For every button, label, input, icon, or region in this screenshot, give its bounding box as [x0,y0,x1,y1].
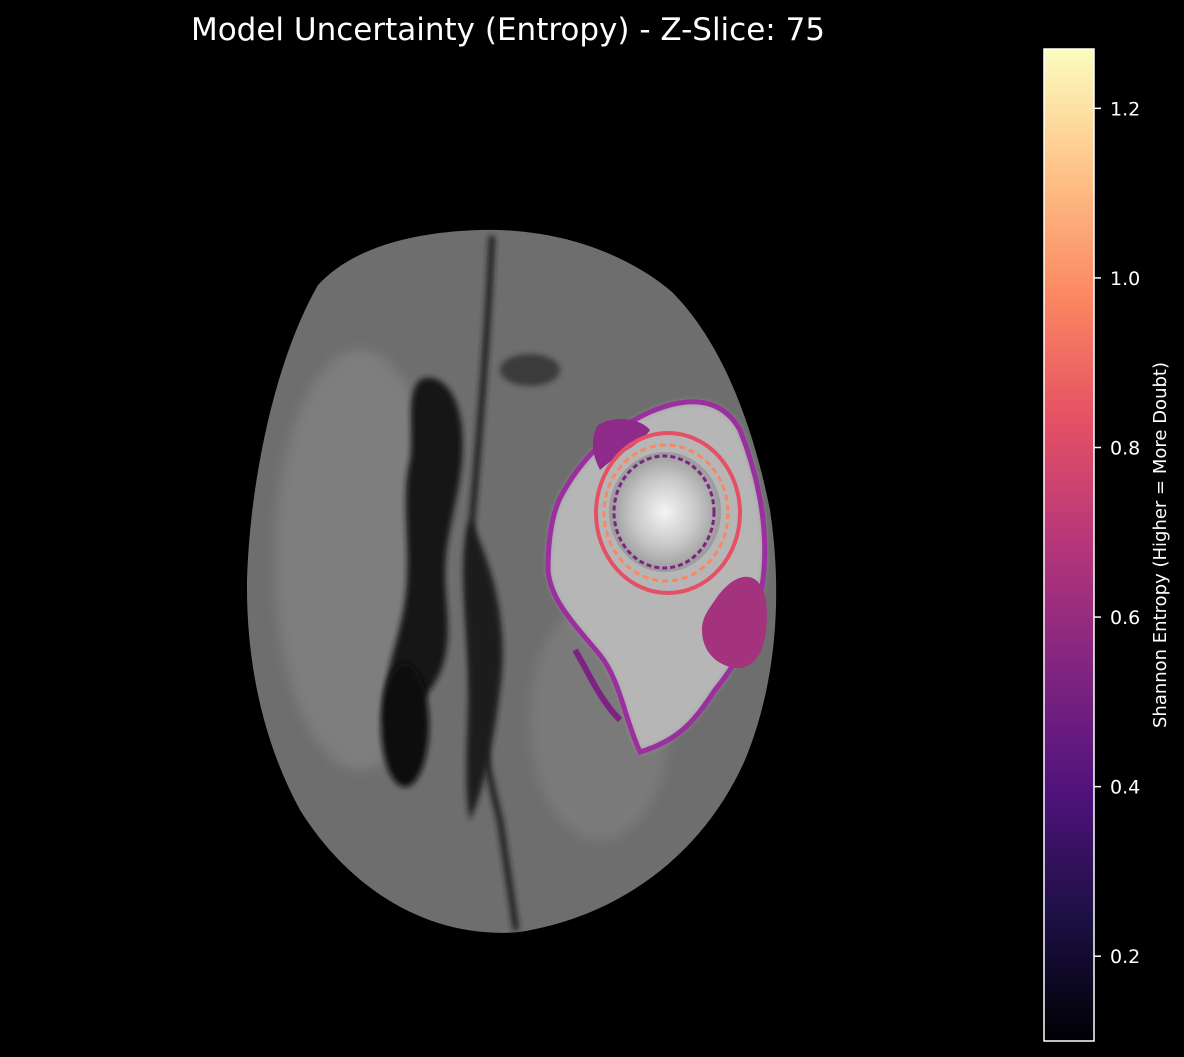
colorbar-tick-label: 1.0 [1110,268,1140,290]
ventricle-posterior [381,663,429,787]
colorbar: 0.2 0.4 0.6 0.8 1.0 1.2 Shannon Entropy (High… [1043,48,1171,1042]
colorbar-tick-label: 0.4 [1110,777,1140,799]
colorbar-tick-label: 0.8 [1110,437,1140,459]
chart-canvas: 0.2 0.4 0.6 0.8 1.0 1.2 Shannon Entropy (High… [246,48,1171,1042]
colorbar-label: Shannon Entropy (Higher = More Doubt) [1150,362,1171,728]
colorbar-tick-label: 0.6 [1110,607,1140,629]
colorbar-ticks: 0.2 0.4 0.6 0.8 1.0 1.2 [1094,98,1140,968]
figure: Model Uncertainty (Entropy) - Z-Slice: 7… [0,0,1184,1057]
colorbar-gradient [1043,48,1095,1042]
sulcus-anterior [500,354,560,386]
tumor-core [609,452,721,572]
colorbar-tick-label: 1.2 [1110,98,1140,120]
colorbar-tick-label: 0.2 [1110,946,1140,968]
